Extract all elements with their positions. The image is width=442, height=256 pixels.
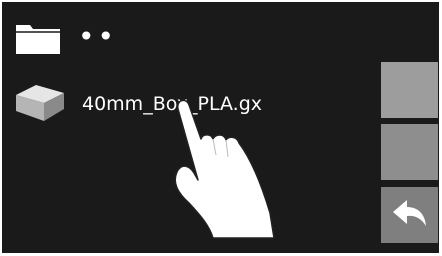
scroll-down-button[interactable] <box>381 124 438 180</box>
parent-folder-row[interactable]: •• <box>14 20 117 62</box>
folder-icon <box>14 20 62 62</box>
pointing-hand-icon <box>167 95 282 249</box>
scroll-up-button[interactable] <box>381 62 438 118</box>
back-arrow-icon <box>391 197 429 233</box>
back-button[interactable] <box>381 187 438 243</box>
parent-folder-label: •• <box>78 20 118 53</box>
file-browser-screen: •• 40mm_Box_PLA.gx <box>2 2 439 253</box>
box-model-icon <box>14 81 66 127</box>
